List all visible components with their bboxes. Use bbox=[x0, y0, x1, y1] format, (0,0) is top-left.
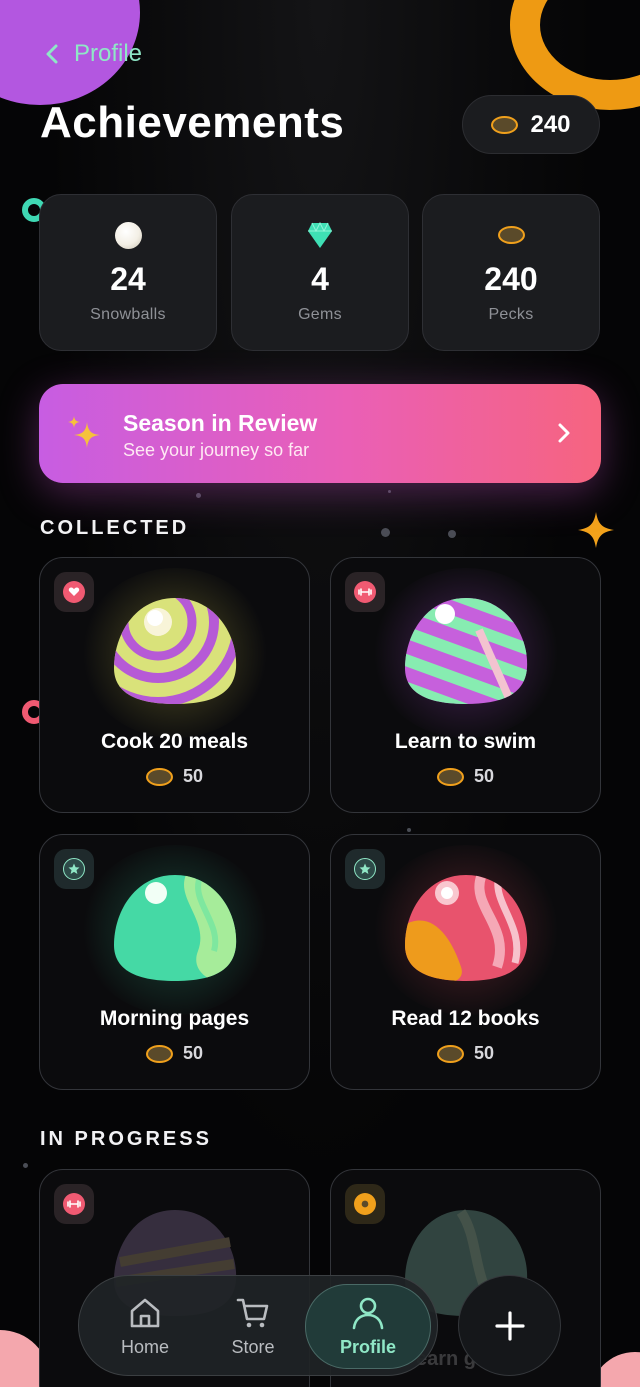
stat-card-snowballs: 24 Snowballs bbox=[39, 194, 217, 351]
category-badge bbox=[54, 572, 94, 612]
coin-icon bbox=[497, 226, 525, 244]
coin-icon bbox=[145, 1044, 173, 1063]
achievement-title: Cook 20 meals bbox=[100, 730, 249, 753]
chevron-left-icon bbox=[46, 44, 58, 64]
category-badge bbox=[54, 849, 94, 889]
category-badge bbox=[54, 1184, 94, 1224]
coin-icon bbox=[436, 1044, 464, 1063]
egg-striped-icon bbox=[405, 598, 528, 704]
category-badge bbox=[345, 1184, 385, 1224]
achievements-screen: Profile Achievements 240 24 Snowballs 4 … bbox=[0, 0, 640, 1387]
banner-subtitle: See your journey so far bbox=[123, 440, 310, 460]
achievement-card[interactable]: Morning pages 50 bbox=[39, 834, 310, 1090]
achievement-card[interactable]: Cook 20 meals 50 bbox=[39, 557, 310, 813]
dumbbell-icon bbox=[63, 1193, 85, 1215]
achievement-reward: 50 bbox=[40, 766, 309, 787]
coin-balance: 240 bbox=[530, 110, 571, 138]
decor-orange-ring bbox=[510, 0, 640, 110]
coin-balance-pill[interactable]: 240 bbox=[462, 95, 600, 154]
nav-label-home: Home bbox=[120, 1337, 169, 1357]
home-icon bbox=[130, 1298, 160, 1328]
heart-icon bbox=[63, 581, 85, 603]
decor-star-icon bbox=[578, 512, 614, 548]
stat-label: Gems bbox=[298, 306, 342, 323]
decor-dot bbox=[388, 490, 391, 493]
sparkles-icon bbox=[68, 416, 100, 448]
category-badge bbox=[345, 849, 385, 889]
dumbbell-icon bbox=[354, 581, 376, 603]
achievement-card[interactable]: Learn to swim 50 bbox=[330, 557, 601, 813]
cart-icon bbox=[236, 1298, 269, 1328]
coin-icon bbox=[491, 115, 519, 134]
star-icon bbox=[354, 858, 376, 880]
stat-value: 240 bbox=[484, 261, 538, 297]
decor-dot bbox=[196, 493, 201, 498]
stat-label: Pecks bbox=[488, 306, 534, 323]
back-button[interactable]: Profile bbox=[44, 40, 142, 68]
reward-amount: 50 bbox=[182, 766, 204, 786]
snowball-icon bbox=[114, 221, 142, 249]
nav-item-home[interactable]: Home bbox=[91, 1284, 199, 1369]
egg-swirl-icon bbox=[114, 875, 237, 981]
stat-value: 4 bbox=[311, 261, 329, 297]
chevron-right-icon bbox=[558, 423, 570, 443]
achievement-reward: 50 bbox=[331, 766, 600, 787]
achievement-reward: 50 bbox=[331, 1043, 600, 1064]
back-label: Profile bbox=[74, 40, 143, 67]
section-title-in-progress: IN PROGRESS bbox=[40, 1128, 212, 1150]
egg-striped-icon bbox=[114, 598, 237, 704]
coin-icon bbox=[145, 767, 173, 786]
achievement-title: Read 12 books bbox=[391, 1007, 540, 1030]
reward-amount: 50 bbox=[182, 1043, 204, 1063]
add-button[interactable] bbox=[458, 1275, 561, 1376]
stat-card-pecks: 240 Pecks bbox=[422, 194, 600, 351]
gem-icon bbox=[308, 221, 332, 248]
nav-item-profile[interactable]: Profile bbox=[305, 1284, 431, 1369]
achievement-reward: 50 bbox=[40, 1043, 309, 1064]
egg-swirl-icon bbox=[405, 875, 528, 981]
decor-dot bbox=[448, 530, 456, 538]
coin-badge-icon bbox=[354, 1193, 376, 1215]
nav-item-store[interactable]: Store bbox=[199, 1284, 307, 1369]
star-icon bbox=[63, 858, 85, 880]
nav-label-profile: Profile bbox=[339, 1337, 396, 1357]
achievement-card[interactable]: Read 12 books 50 bbox=[330, 834, 601, 1090]
decor-dot bbox=[381, 528, 390, 537]
decor-dot bbox=[407, 828, 411, 832]
reward-amount: 50 bbox=[473, 1043, 495, 1063]
bottom-nav: Home Store Profile bbox=[78, 1275, 438, 1376]
achievement-title: Morning pages bbox=[99, 1007, 250, 1030]
plus-icon bbox=[494, 1310, 525, 1341]
page-title: Achievements bbox=[40, 98, 345, 147]
stat-label: Snowballs bbox=[90, 306, 166, 323]
reward-amount: 50 bbox=[473, 766, 495, 786]
category-badge bbox=[345, 572, 385, 612]
user-icon bbox=[352, 1297, 384, 1330]
achievement-title: Learn to swim bbox=[394, 730, 537, 753]
section-title-collected: COLLECTED bbox=[40, 517, 190, 539]
banner-title: Season in Review bbox=[123, 410, 318, 436]
stat-card-gems: 4 Gems bbox=[231, 194, 409, 351]
nav-label-store: Store bbox=[231, 1337, 275, 1357]
season-review-banner[interactable]: Season in Review See your journey so far bbox=[39, 384, 601, 483]
coin-icon bbox=[436, 767, 464, 786]
stat-value: 24 bbox=[110, 261, 146, 297]
decor-dot bbox=[23, 1163, 28, 1168]
